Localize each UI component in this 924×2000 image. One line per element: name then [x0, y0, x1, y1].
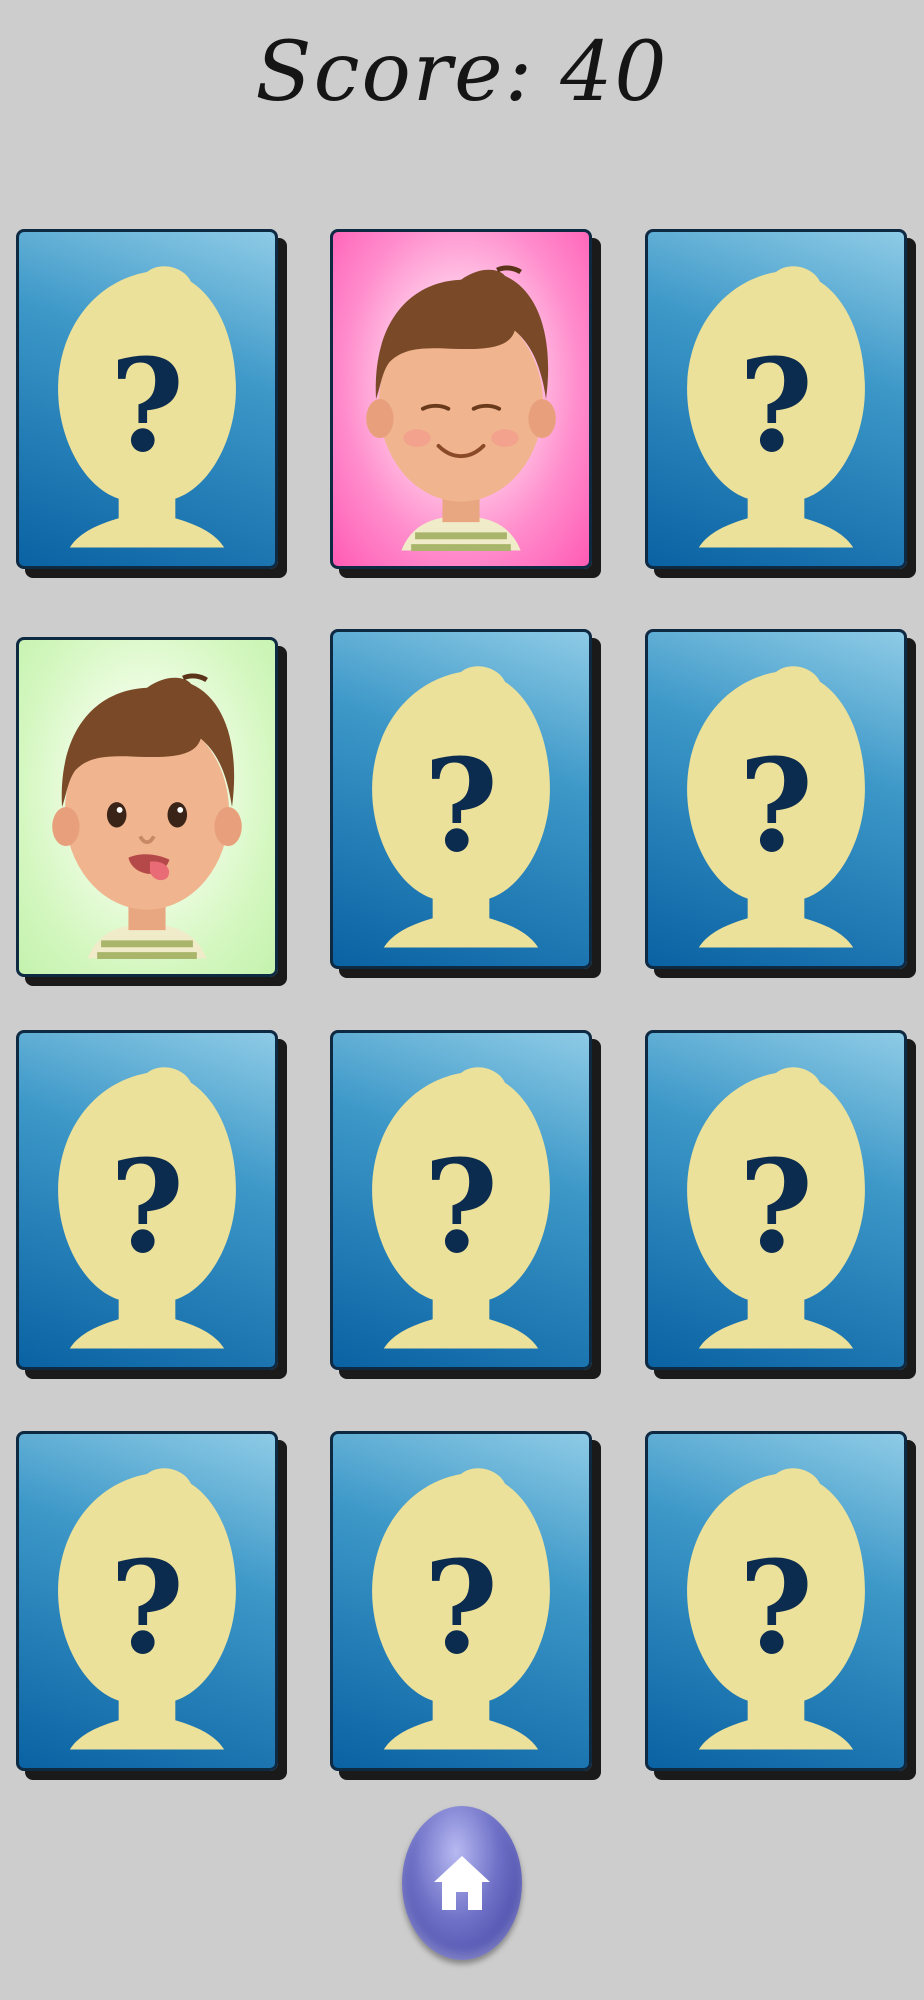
card-5[interactable]: ? [330, 629, 592, 969]
score-label: Score: [255, 25, 535, 120]
tongue-out-boy-icon [52, 673, 242, 959]
question-mark: ? [424, 1533, 498, 1682]
card-9[interactable]: ? [645, 1030, 907, 1370]
score-display: Score: 40 [0, 18, 924, 128]
card-7[interactable]: ? [16, 1030, 278, 1370]
card-10[interactable]: ? [16, 1431, 278, 1771]
home-icon [434, 1856, 490, 1910]
card-6[interactable]: ? [645, 629, 907, 969]
card-8[interactable]: ? [330, 1030, 592, 1370]
question-mark: ? [110, 1533, 184, 1682]
smiling-boy-icon [366, 265, 556, 551]
home-button[interactable] [402, 1806, 522, 1960]
question-mark: ? [739, 731, 813, 880]
card-2[interactable] [330, 229, 592, 569]
question-mark: ? [424, 731, 498, 880]
card-4[interactable] [16, 637, 278, 977]
question-mark: ? [739, 1132, 813, 1281]
question-mark: ? [739, 1533, 813, 1682]
question-mark: ? [424, 1132, 498, 1281]
card-11[interactable]: ? [330, 1431, 592, 1771]
card-1[interactable]: ? [16, 229, 278, 569]
question-mark: ? [739, 331, 813, 480]
card-3[interactable]: ? [645, 229, 907, 569]
question-mark: ? [110, 331, 184, 480]
score-value: 40 [560, 25, 669, 120]
card-12[interactable]: ? [645, 1431, 907, 1771]
question-mark: ? [110, 1132, 184, 1281]
